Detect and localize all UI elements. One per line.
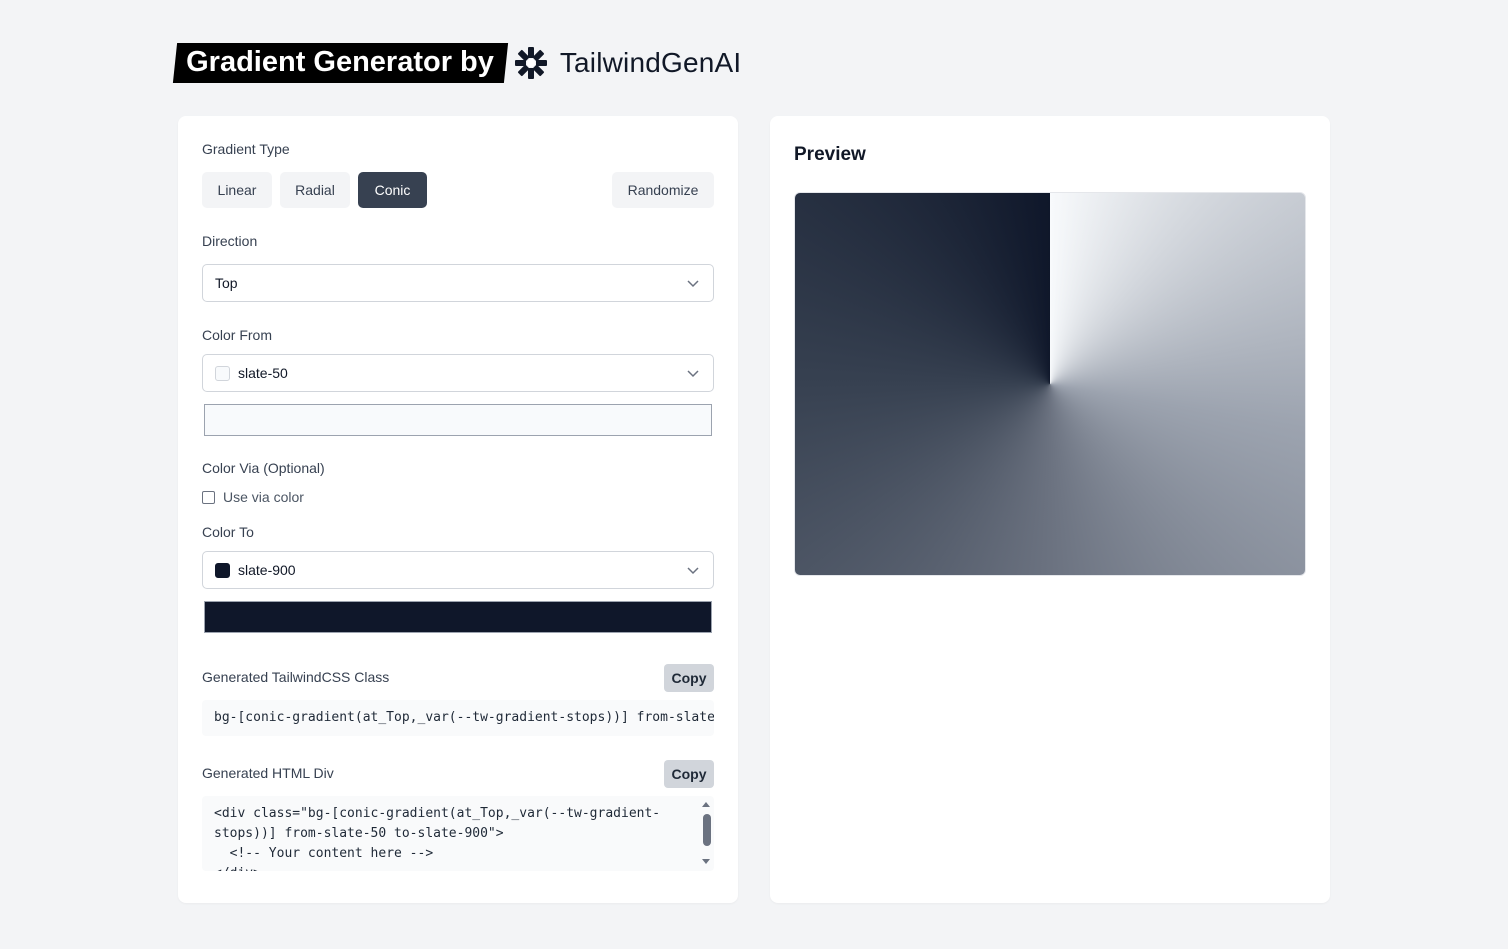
color-from-select[interactable]: slate-50 [202, 354, 714, 392]
copy-class-button[interactable]: Copy [664, 664, 714, 692]
color-from-value: slate-50 [238, 365, 288, 381]
brand-name: TailwindGenAI [559, 47, 742, 78]
generated-html-label: Generated HTML Div [202, 765, 334, 781]
use-via-color-checkbox[interactable] [202, 490, 215, 504]
gradient-type-radial-button[interactable]: Radial [280, 172, 350, 208]
direction-value: Top [215, 275, 238, 291]
use-via-color-row[interactable]: Use via color [202, 489, 304, 505]
color-to-value: slate-900 [238, 562, 296, 578]
page-title: Gradient Generator by [186, 46, 494, 78]
chevron-down-icon [687, 370, 699, 378]
copy-html-button[interactable]: Copy [664, 760, 714, 788]
color-from-picker[interactable] [204, 404, 712, 436]
settings-panel: Gradient Type Linear Radial Conic Random… [178, 116, 738, 903]
scroll-up-icon[interactable] [701, 800, 711, 808]
gradient-type-linear-button[interactable]: Linear [202, 172, 272, 208]
tailwindgenai-logo-icon [514, 47, 547, 79]
gradient-type-conic-button[interactable]: Conic [358, 172, 427, 208]
chevron-down-icon [687, 567, 699, 575]
scroll-down-icon[interactable] [701, 858, 711, 866]
gradient-preview [794, 192, 1306, 576]
generated-html-text: <div class="bg-[conic-gradient(at_Top,_v… [214, 806, 661, 871]
app-header: Gradient Generator by TailwindGenAI [172, 43, 742, 83]
color-to-label: Color To [202, 524, 254, 540]
randomize-button[interactable]: Randomize [612, 172, 714, 208]
color-via-label: Color Via (Optional) [202, 460, 325, 476]
color-to-swatch [215, 562, 230, 578]
preview-title: Preview [794, 144, 866, 165]
direction-label: Direction [202, 233, 258, 249]
title-badge: Gradient Generator by [172, 43, 508, 83]
color-from-swatch [215, 365, 230, 381]
generated-class-text: bg-[conic-gradient(at_Top,_var(--tw-grad… [214, 710, 714, 725]
direction-select[interactable]: Top [202, 264, 714, 302]
color-to-select[interactable]: slate-900 [202, 551, 714, 589]
color-to-picker[interactable] [204, 601, 712, 633]
gradient-type-label: Gradient Type [202, 141, 290, 157]
generated-html-textarea[interactable]: <div class="bg-[conic-gradient(at_Top,_v… [202, 796, 714, 871]
scrollbar-thumb[interactable] [703, 814, 711, 846]
use-via-color-label: Use via color [223, 489, 304, 505]
preview-panel: Preview [770, 116, 1330, 903]
generated-class-code[interactable]: bg-[conic-gradient(at_Top,_var(--tw-grad… [202, 700, 714, 736]
chevron-down-icon [687, 280, 699, 288]
color-from-label: Color From [202, 327, 273, 343]
generated-class-label: Generated TailwindCSS Class [202, 669, 390, 685]
